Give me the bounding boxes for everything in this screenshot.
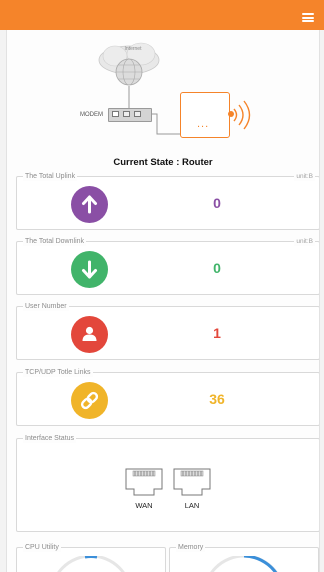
memory-card: Memory <box>169 543 319 572</box>
cloud-label: Internet <box>124 46 142 52</box>
modem-label: MODEM <box>80 112 103 118</box>
user-number-value: 1 <box>213 325 221 341</box>
memory-legend: Memory <box>176 543 206 552</box>
modem-icon <box>108 108 152 122</box>
wan-label: WAN <box>135 501 153 510</box>
lan-label: LAN <box>184 501 200 510</box>
downlink-legend: The Total Downlink <box>23 237 87 246</box>
current-state-title: Current State : Router <box>113 157 213 168</box>
uplink-value: 0 <box>213 195 221 211</box>
interface-status-card: Interface Status WAN LAN <box>16 434 319 532</box>
cpu-utility-legend: CPU Utility <box>23 543 61 552</box>
downlink-card: The Total Downlink unit:B 0 <box>16 237 319 295</box>
router-icon: ... <box>180 92 234 138</box>
user-number-card: User Number 1 <box>16 302 319 360</box>
uplink-unit: unit:B <box>294 172 315 181</box>
memory-gauge <box>210 556 278 572</box>
arrow-up-icon <box>71 186 108 223</box>
wan-port-icon <box>124 467 164 502</box>
cpu-utility-card: CPU Utility <box>16 543 166 572</box>
tcp-udp-card: TCP/UDP Totle Links 36 <box>16 368 319 426</box>
downlink-unit: unit:B <box>294 237 315 246</box>
arrow-down-icon <box>71 251 108 288</box>
tcp-udp-legend: TCP/UDP Totle Links <box>23 368 93 377</box>
lan-port-icon <box>172 467 212 502</box>
interface-status-legend: Interface Status <box>23 434 77 443</box>
user-icon <box>71 316 108 353</box>
uplink-legend: The Total Uplink <box>23 172 78 181</box>
top-bar <box>0 0 324 30</box>
wifi-signal-icon <box>231 100 253 135</box>
user-number-legend: User Number <box>23 302 69 311</box>
router-dots: ... <box>197 118 210 130</box>
hamburger-icon[interactable] <box>302 13 314 22</box>
main-panel: Internet MODEM ... Current State : Route… <box>6 30 320 572</box>
tcp-udp-value: 36 <box>209 391 225 407</box>
uplink-card: The Total Uplink unit:B 0 <box>16 172 319 230</box>
downlink-value: 0 <box>213 260 221 276</box>
link-icon <box>71 382 108 419</box>
cpu-gauge <box>57 556 125 572</box>
